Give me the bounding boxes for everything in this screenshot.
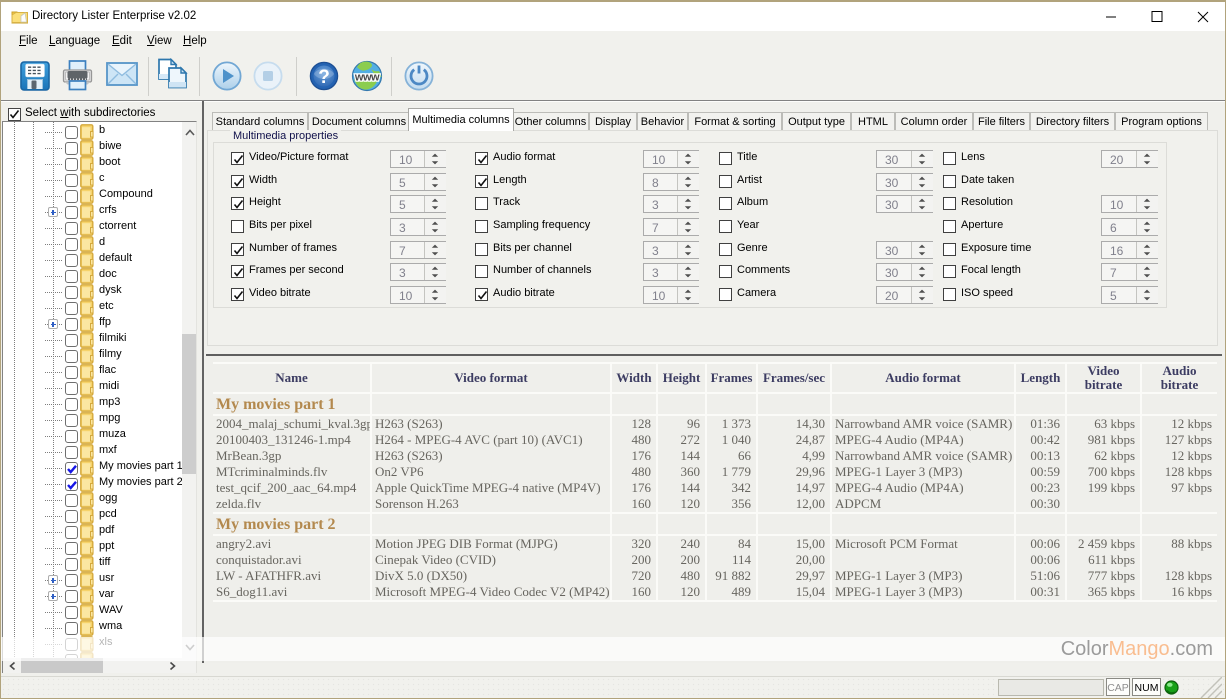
svg-text:?: ? — [318, 67, 330, 88]
svg-text:www: www — [354, 72, 380, 84]
